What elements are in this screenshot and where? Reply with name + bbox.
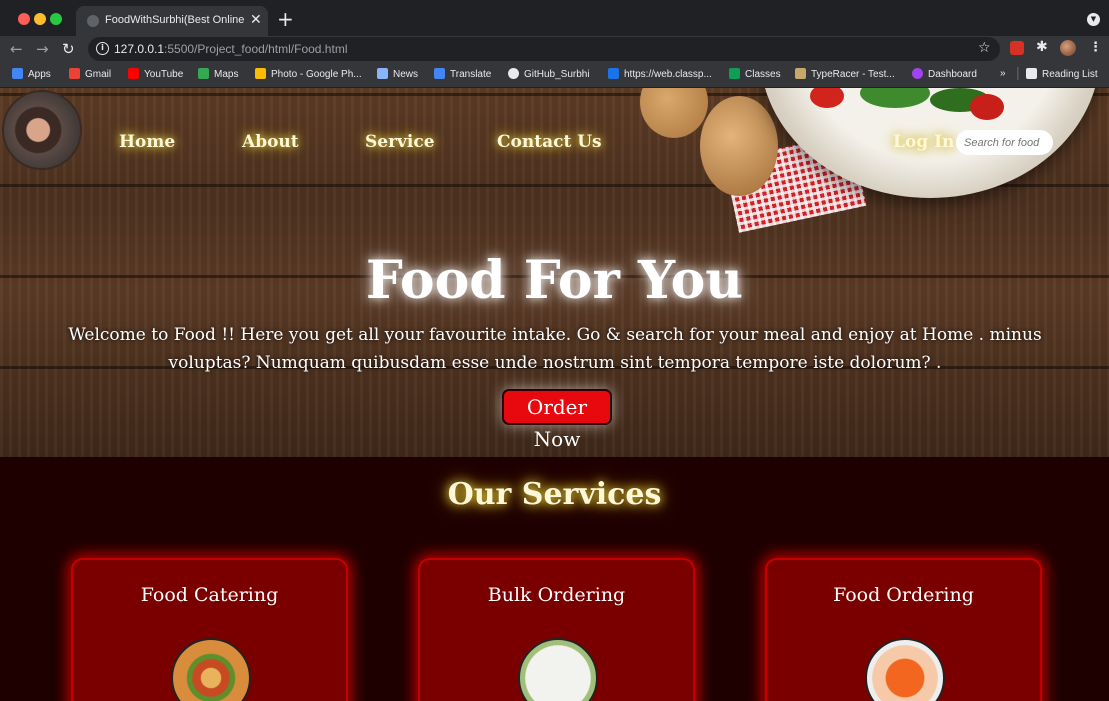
- gmail-icon: [69, 68, 80, 79]
- meal-boxes-image: [518, 638, 598, 701]
- nav-service-link[interactable]: Service: [365, 132, 435, 152]
- bookmark-label: Apps: [28, 69, 51, 80]
- grid-icon: [12, 68, 23, 79]
- bookmark-news[interactable]: News: [377, 68, 418, 80]
- youtube-icon: [128, 68, 139, 79]
- bookmark-typeracer[interactable]: TypeRacer - Test...: [795, 68, 895, 80]
- services-section: Our Services Food Catering Bulk Ordering…: [0, 457, 1109, 701]
- bookmark-label: Maps: [214, 69, 239, 80]
- bookmark-gmail[interactable]: Gmail: [69, 68, 111, 80]
- close-icon[interactable]: ✕: [250, 12, 262, 28]
- browser-tab[interactable]: FoodWithSurbhi(Best Online Fo ✕: [76, 6, 268, 36]
- github-icon: [508, 68, 519, 79]
- address-bar[interactable]: i 127.0.0.1:5500/Project_food/html/Food.…: [88, 37, 1000, 61]
- service-card-catering[interactable]: Food Catering: [71, 558, 348, 701]
- services-title: Our Services: [447, 477, 662, 512]
- order-now-button[interactable]: Order Now: [502, 389, 612, 451]
- bookmark-label: TypeRacer - Test...: [811, 69, 895, 80]
- wooden-spoon-image: [700, 96, 778, 196]
- nav-about-link[interactable]: About: [242, 132, 299, 152]
- bookmark-label: YouTube: [144, 69, 184, 80]
- bookmark-label: Classes: [745, 69, 781, 80]
- photos-icon: [255, 68, 266, 79]
- wooden-spoon-image: [640, 88, 708, 138]
- bookmark-youtube[interactable]: YouTube: [128, 68, 183, 80]
- maps-icon: [198, 68, 209, 79]
- close-window-button[interactable]: [18, 13, 30, 25]
- typeracer-icon: [795, 68, 806, 79]
- service-card-food-ordering[interactable]: Food Ordering: [765, 558, 1042, 701]
- bookmark-star-icon[interactable]: ☆: [978, 40, 991, 56]
- puzzle-icon[interactable]: ✱: [1036, 39, 1048, 55]
- service-card-bulk-ordering[interactable]: Bulk Ordering: [418, 558, 695, 701]
- pizza-image: [171, 638, 251, 701]
- link-icon: [608, 68, 619, 79]
- new-tab-button[interactable]: +: [277, 8, 294, 30]
- profile-avatar[interactable]: [1060, 40, 1076, 56]
- browser-toolbar: ← → ↻ i 127.0.0.1:5500/Project_food/html…: [0, 36, 1109, 62]
- url-path: :5500/Project_food/html/Food.html: [164, 42, 348, 56]
- chevron-down-icon[interactable]: ▼: [1087, 13, 1100, 26]
- globe-icon: [87, 15, 99, 27]
- card-title: Food Ordering: [833, 584, 974, 606]
- reading-list-button[interactable]: Reading List: [1026, 68, 1098, 80]
- bookmark-label: GitHub_Surbhi: [524, 69, 590, 80]
- maximize-window-button[interactable]: [50, 13, 62, 25]
- back-arrow-icon[interactable]: ←: [10, 38, 23, 60]
- bookmark-label: https://web.classp...: [624, 69, 712, 80]
- bookmark-photos[interactable]: Photo - Google Ph...: [255, 68, 362, 80]
- more-menu-icon[interactable]: ⋮: [1089, 40, 1102, 55]
- order-online-image: [865, 638, 945, 701]
- bookmark-classes[interactable]: Classes: [729, 68, 781, 80]
- search-input[interactable]: [956, 130, 1053, 155]
- url-host: 127.0.0.1: [114, 42, 165, 56]
- reload-icon[interactable]: ↻: [62, 38, 75, 60]
- classroom-icon: [729, 68, 740, 79]
- bookmark-label: News: [393, 69, 419, 80]
- minimize-window-button[interactable]: [34, 13, 46, 25]
- nav-contact-link[interactable]: Contact Us: [497, 132, 602, 152]
- bookmark-apps[interactable]: Apps: [12, 68, 51, 80]
- bookmark-label: Dashboard: [928, 69, 977, 80]
- bookmark-label: Gmail: [85, 69, 112, 80]
- bookmark-translate[interactable]: Translate: [434, 68, 491, 80]
- hero-title: Food For You: [365, 250, 744, 311]
- bookmark-label: Photo - Google Ph...: [271, 69, 362, 80]
- dashboard-icon: [912, 68, 923, 79]
- logo-avatar[interactable]: [2, 90, 82, 170]
- bookmark-github[interactable]: GitHub_Surbhi: [508, 68, 590, 80]
- bookmarks-bar: Apps Gmail YouTube Maps Photo - Google P…: [0, 62, 1109, 88]
- bookmark-dashboard[interactable]: Dashboard: [912, 68, 977, 80]
- card-title: Food Catering: [140, 584, 279, 606]
- browser-titlebar: FoodWithSurbhi(Best Online Fo ✕ + ▼: [0, 0, 1109, 36]
- reading-list-icon: [1026, 68, 1037, 79]
- bookmark-label: Translate: [450, 69, 492, 80]
- bookmark-classplus[interactable]: https://web.classp...: [608, 68, 712, 80]
- divider: |: [1016, 64, 1020, 80]
- tab-title: FoodWithSurbhi(Best Online Fo: [105, 14, 245, 26]
- tomato: [970, 94, 1004, 120]
- hero-description: Welcome to Food !! Here you get all your…: [68, 325, 1042, 373]
- web-page: Home About Service Contact Us Log In Foo…: [0, 88, 1109, 701]
- forward-arrow-icon[interactable]: →: [36, 38, 49, 60]
- more-bookmarks-button[interactable]: »: [1000, 68, 1006, 79]
- url-text: 127.0.0.1:5500/Project_food/html/Food.ht…: [114, 42, 347, 56]
- hero-section: Home About Service Contact Us Log In Foo…: [0, 88, 1109, 457]
- card-title: Bulk Ordering: [487, 584, 626, 606]
- translate-icon: [434, 68, 445, 79]
- nav-home-link[interactable]: Home: [119, 132, 175, 152]
- bookmark-maps[interactable]: Maps: [198, 68, 238, 80]
- news-icon: [377, 68, 388, 79]
- info-icon[interactable]: i: [96, 42, 109, 55]
- bookmark-label: Reading List: [1042, 69, 1098, 80]
- extension-icon[interactable]: [1010, 41, 1024, 55]
- login-link[interactable]: Log In: [893, 132, 954, 152]
